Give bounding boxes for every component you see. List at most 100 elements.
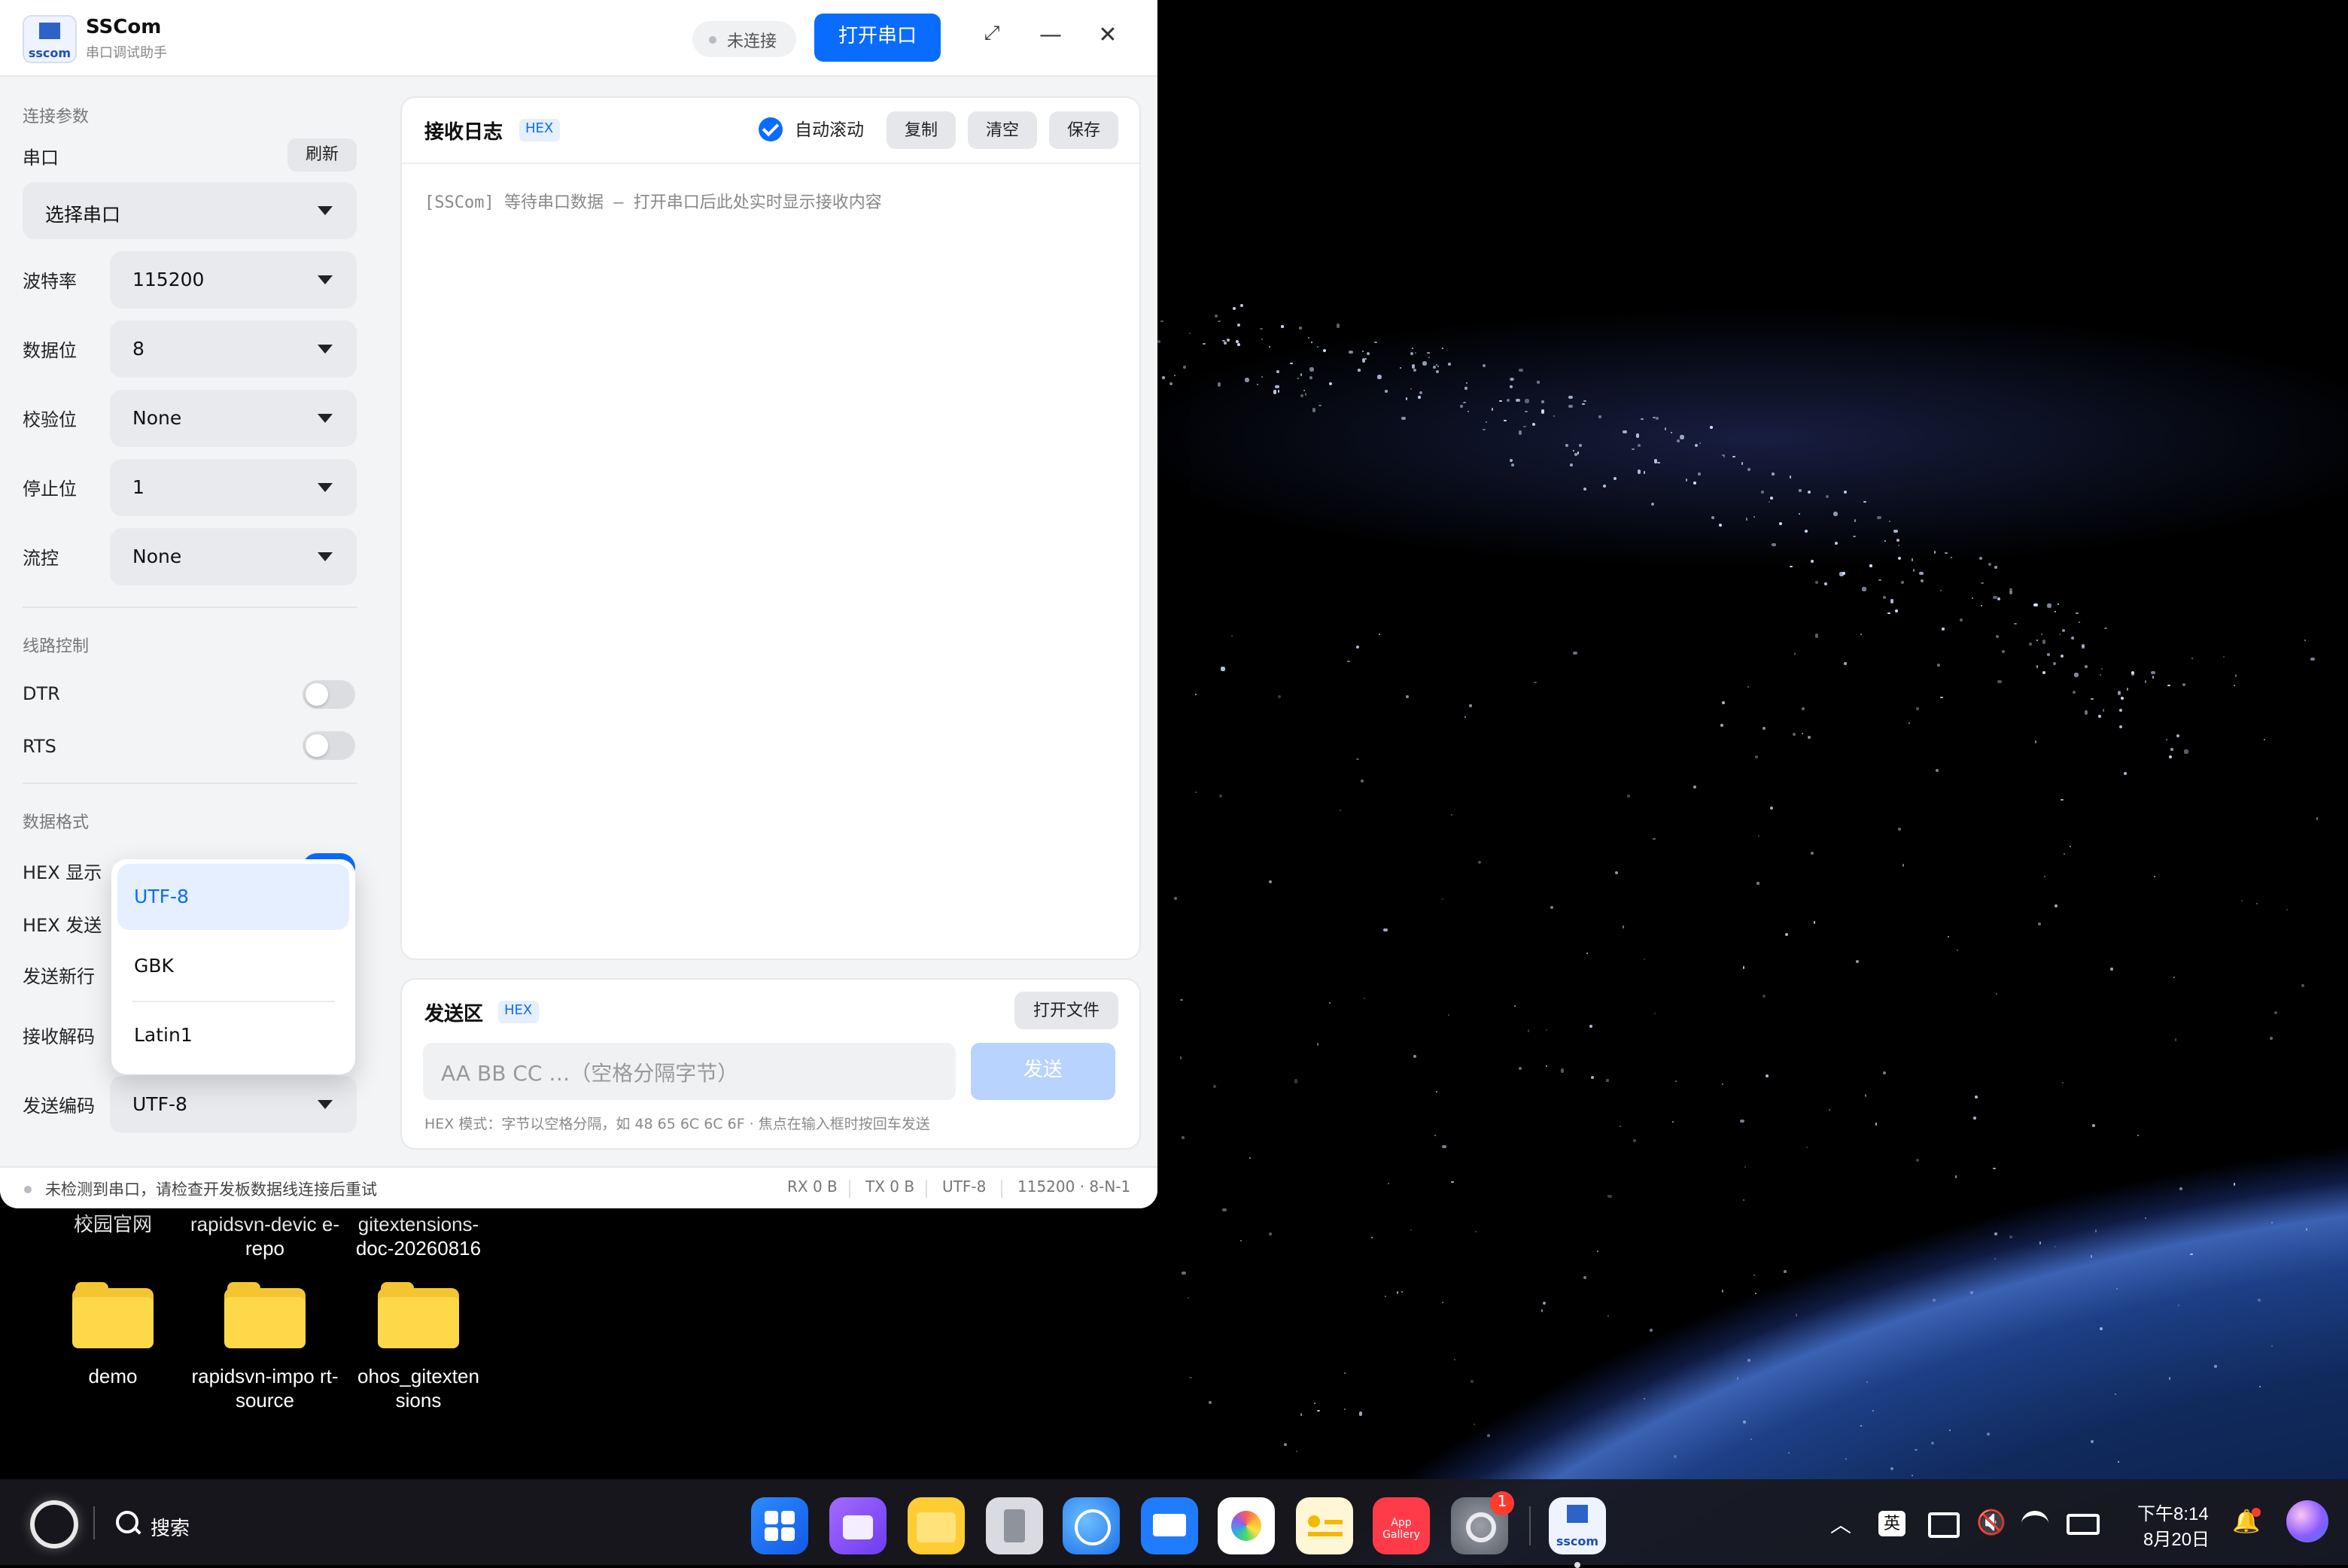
dropdown-option-utf8[interactable]: UTF-8 <box>117 864 349 930</box>
stopbits-select[interactable]: 1 <box>110 459 357 516</box>
recycle-bin-icon[interactable] <box>986 1497 1043 1554</box>
star-dot <box>1671 1120 1674 1123</box>
ime-indicator[interactable]: 英 <box>1878 1511 1905 1536</box>
send-encode-select[interactable]: UTF-8 <box>110 1076 357 1133</box>
flow-select[interactable]: None <box>110 528 357 585</box>
running-indicator <box>1574 1562 1580 1568</box>
receive-log-panel <box>400 96 1141 960</box>
send-newline-label: 发送新行 <box>23 966 96 987</box>
notes-icon[interactable] <box>1296 1497 1353 1554</box>
minimize-icon[interactable]: — <box>1031 15 1070 54</box>
photos-icon[interactable] <box>1218 1497 1275 1554</box>
folder-label[interactable]: ohos_gitexten sions <box>343 1365 494 1413</box>
refresh-button[interactable]: 刷新 <box>287 138 357 172</box>
parity-select[interactable]: None <box>110 390 357 447</box>
mail-icon[interactable] <box>1141 1497 1198 1554</box>
clipboard-icon[interactable] <box>1928 1512 1960 1538</box>
star-dot <box>2177 1304 2179 1306</box>
star-dot <box>1343 1408 1346 1411</box>
baud-select-value: 115200 <box>132 268 205 290</box>
start-button-icon[interactable] <box>30 1500 78 1548</box>
star-dot <box>1919 572 1923 576</box>
star-dot <box>1528 1029 1530 1032</box>
send-button[interactable]: 发送 <box>971 1043 1115 1100</box>
star-dot <box>1277 694 1281 698</box>
send-input[interactable]: AA BB CC …（空格分隔字节） <box>423 1043 956 1100</box>
star-dot <box>2054 1245 2057 1247</box>
star-dot <box>2184 749 2188 754</box>
clock-time[interactable]: 下午8:14 <box>2137 1500 2209 1526</box>
star-dot <box>2151 670 2155 674</box>
chevron-up-icon[interactable]: ︿ <box>1830 1509 1851 1539</box>
folder-label[interactable]: demo <box>38 1365 188 1389</box>
dropdown-option-label: GBK <box>134 954 174 977</box>
parity-select-value: None <box>132 406 182 429</box>
section-title-line-control: 线路控制 <box>23 637 89 656</box>
star-dot <box>1441 1301 1443 1303</box>
star-dot <box>1900 580 1904 585</box>
star-dot <box>2047 653 2050 656</box>
star-dot <box>1511 463 1515 466</box>
folder-icon[interactable] <box>72 1282 154 1348</box>
close-icon[interactable]: ✕ <box>1088 15 1127 54</box>
star-dot <box>1824 582 1827 585</box>
star-dot <box>1358 1412 1363 1416</box>
star-dot <box>1504 419 1507 422</box>
star-dot <box>2009 588 2012 591</box>
star-dot <box>1182 1271 1186 1275</box>
dtr-toggle[interactable] <box>303 680 355 709</box>
folder-icon[interactable] <box>378 1282 459 1348</box>
star-dot <box>1413 368 1417 372</box>
app-grid-icon[interactable] <box>751 1497 808 1554</box>
desktop-icon-label[interactable]: rapidsvn-devic e-repo <box>190 1213 340 1261</box>
star-dot <box>1761 491 1764 494</box>
star-dot <box>1743 1420 1747 1424</box>
star-dot <box>1869 564 1872 567</box>
files-app-icon[interactable] <box>908 1497 965 1554</box>
sscom-taskbar-icon[interactable]: sscom <box>1549 1497 1606 1554</box>
star-dot <box>1676 439 1680 443</box>
rts-toggle[interactable] <box>303 731 355 760</box>
multitask-icon[interactable] <box>829 1497 887 1554</box>
star-dot <box>1936 663 1940 667</box>
app-gallery-icon[interactable]: App Gallery <box>1373 1497 1430 1554</box>
open-port-button[interactable]: 打开串口 <box>814 14 941 62</box>
clock-date[interactable]: 8月20日 <box>2143 1526 2210 1551</box>
assistant-orb-icon[interactable] <box>2286 1500 2328 1542</box>
copy-button[interactable]: 复制 <box>887 111 956 149</box>
star-dot <box>1300 1413 1303 1416</box>
app-name: SSCom <box>86 17 162 39</box>
desktop-icon-label[interactable]: gitextensions- doc-20260816 <box>343 1213 494 1261</box>
send-title: 发送区 <box>424 1004 484 1026</box>
baud-select[interactable]: 115200 <box>110 251 357 308</box>
dropdown-option-latin1[interactable]: Latin1 <box>117 1002 349 1068</box>
star-dot <box>1744 1165 1746 1168</box>
folder-icon[interactable] <box>224 1282 306 1348</box>
star-dot <box>1448 362 1451 366</box>
clear-button[interactable]: 清空 <box>968 111 1037 149</box>
save-button[interactable]: 保存 <box>1049 111 1118 149</box>
port-select[interactable]: 选择串口 <box>23 182 357 239</box>
volume-muted-icon[interactable]: 🔇 <box>1976 1508 2006 1538</box>
star-dot <box>1169 381 1172 385</box>
stopbits-label: 停止位 <box>23 479 78 500</box>
search-label[interactable]: 搜索 <box>151 1512 190 1541</box>
desktop-icon-label[interactable]: 校园官网 <box>38 1213 188 1237</box>
dropdown-option-gbk[interactable]: GBK <box>117 933 349 999</box>
star-dot <box>1519 368 1523 372</box>
autoscroll-checkbox[interactable] <box>759 117 783 141</box>
databits-select[interactable]: 8 <box>110 321 357 378</box>
star-dot <box>1448 1013 1450 1016</box>
maximize-icon[interactable]: ⤢ <box>972 15 1011 54</box>
star-dot <box>1987 1432 1991 1436</box>
battery-icon[interactable] <box>2067 1514 2100 1535</box>
folder-label[interactable]: rapidsvn-impo rt-source <box>190 1365 340 1413</box>
star-dot <box>1218 320 1221 323</box>
star-dot <box>1570 463 1573 466</box>
open-file-button[interactable]: 打开文件 <box>1014 992 1118 1029</box>
star-dot <box>1434 1134 1436 1136</box>
send-hint: HEX 模式：字节以空格分隔，如 48 65 6C 6C 6F · 焦点在输入框… <box>424 1117 930 1133</box>
star-dot <box>1638 444 1641 448</box>
wifi-icon[interactable] <box>2021 1511 2048 1536</box>
browser-icon[interactable] <box>1063 1497 1120 1554</box>
